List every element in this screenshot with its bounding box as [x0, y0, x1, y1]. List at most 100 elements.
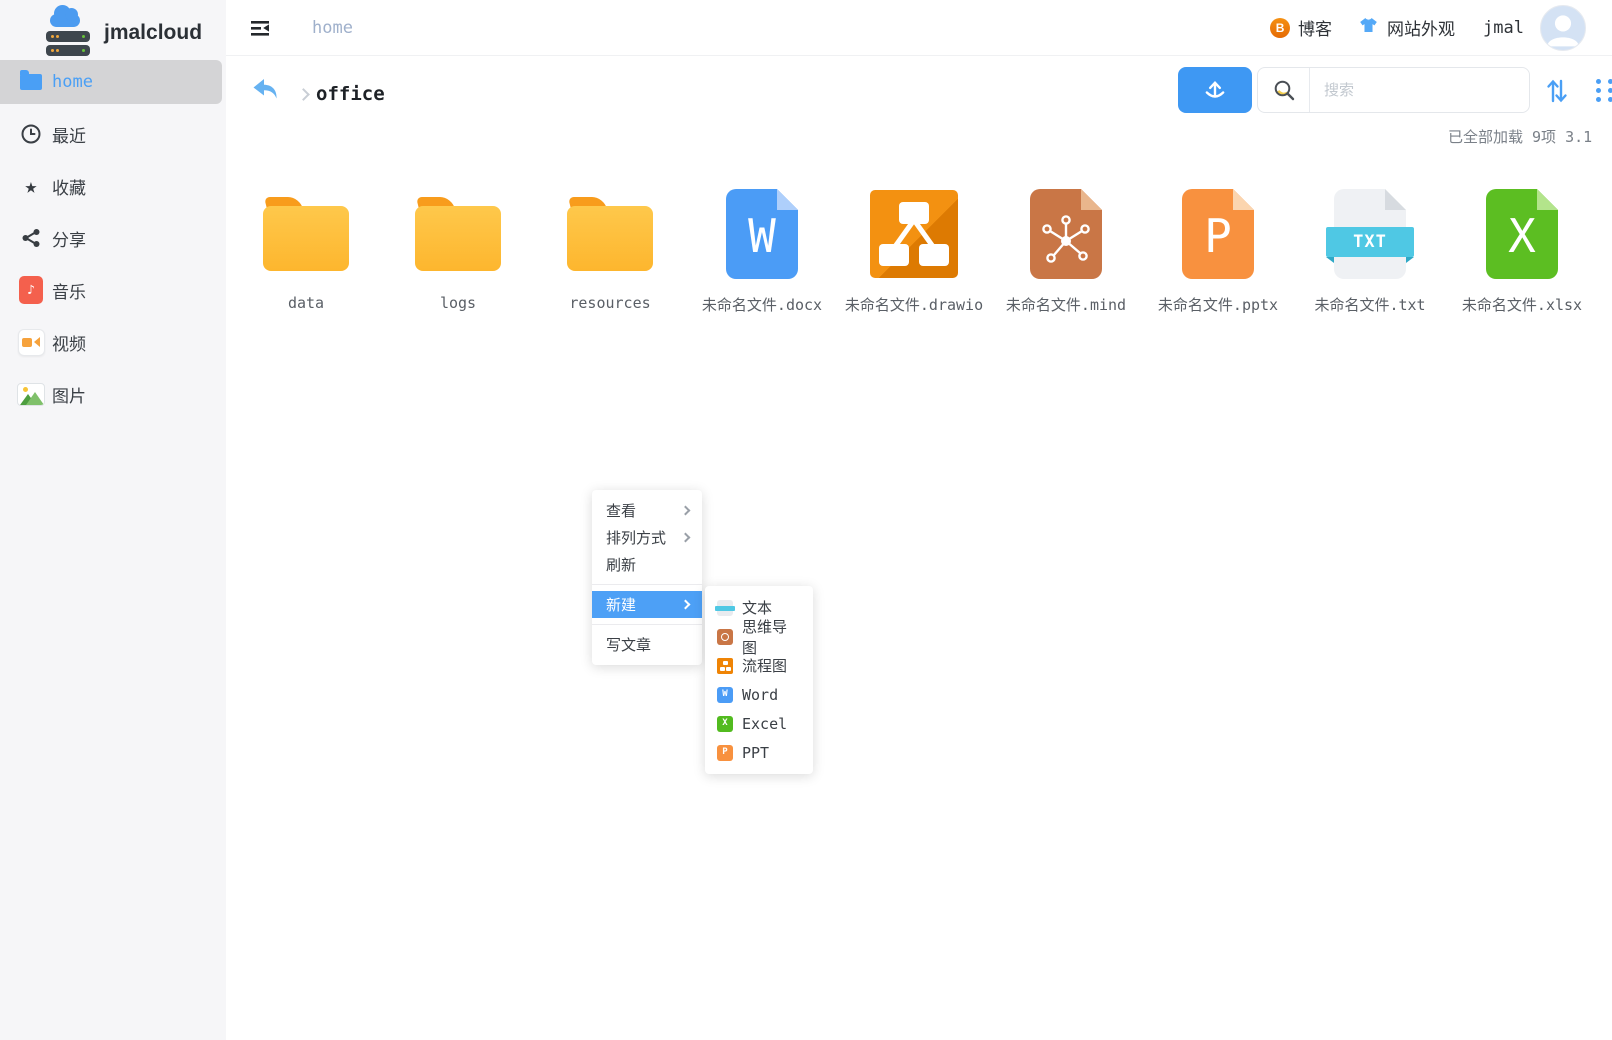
sidebar-item-video[interactable]: 视频 [0, 320, 226, 364]
file-item-excel[interactable]: X 未命名文件.xlsx [1446, 186, 1598, 315]
excel-file-icon: X [717, 716, 733, 732]
txt-file-icon [717, 600, 733, 616]
folder-icon [263, 197, 349, 271]
file-item-txt[interactable]: TXT 未命名文件.txt [1294, 186, 1446, 315]
breadcrumb[interactable]: home [312, 18, 353, 38]
context-menu-item-write-article[interactable]: 写文章 [592, 631, 702, 658]
word-file-icon: W [717, 687, 733, 703]
sidebar-item-favorites[interactable]: ★ 收藏 [0, 164, 226, 208]
context-menu: 查看 排列方式 刷新 新建 写文章 [592, 490, 702, 665]
sidebar-item-label: 音乐 [52, 278, 86, 303]
path-breadcrumb: office [299, 83, 385, 105]
chevron-right-icon [681, 600, 691, 610]
avatar[interactable] [1540, 5, 1586, 51]
sidebar: jmalcloud home 最近 ★ 收藏 分享 [0, 0, 226, 1040]
folder-icon [567, 197, 653, 271]
ppt-file-icon: P [717, 745, 733, 761]
folder-icon [16, 74, 46, 90]
file-name: logs [440, 294, 476, 312]
sidebar-item-label: 图片 [52, 382, 86, 407]
file-name: resources [569, 294, 650, 312]
sidebar-item-label: 分享 [52, 226, 86, 251]
file-name: 未命名文件.pptx [1158, 294, 1278, 315]
folder-icon [415, 197, 501, 271]
sort-icon[interactable] [1542, 76, 1572, 110]
context-menu-item-new[interactable]: 新建 [592, 591, 702, 618]
star-icon: ★ [16, 176, 46, 197]
app-title: jmalcloud [104, 21, 202, 45]
submenu-item-excel[interactable]: X Excel [705, 709, 813, 738]
file-item-folder[interactable]: logs [382, 186, 534, 315]
upload-button[interactable] [1178, 67, 1252, 113]
search-input[interactable] [1310, 68, 1529, 112]
load-status: 已全部加载 9项 3.1 [1448, 126, 1592, 147]
sidebar-item-label: 收藏 [52, 174, 86, 199]
blog-label: 博客 [1298, 15, 1332, 40]
file-item-folder[interactable]: resources [534, 186, 686, 315]
file-name: 未命名文件.docx [702, 294, 822, 315]
file-item-ppt[interactable]: P 未命名文件.pptx [1142, 186, 1294, 315]
topbar: home B 博客 网站外观 jmal [226, 0, 1612, 56]
back-button[interactable] [250, 76, 280, 108]
file-item-mind[interactable]: 未命名文件.mind [990, 186, 1142, 315]
sidebar-item-home[interactable]: home [0, 60, 222, 104]
file-name: 未命名文件.txt [1314, 294, 1425, 315]
sidebar-item-label: 最近 [52, 122, 86, 147]
context-menu-item-sort[interactable]: 排列方式 [592, 524, 702, 551]
file-grid: data logs resources W 未命名文件.docx [230, 186, 1598, 315]
file-manager-window: jmalcloud home 最近 ★ 收藏 分享 [0, 0, 1612, 1040]
picture-file-icon [16, 383, 46, 406]
video-file-icon [16, 329, 46, 356]
sidebar-item-label: 视频 [52, 330, 86, 355]
file-name: 未命名文件.mind [1006, 294, 1126, 315]
file-item-drawio[interactable]: 未命名文件.drawio [838, 186, 990, 315]
sidebar-item-pictures[interactable]: 图片 [0, 372, 226, 416]
sidebar-item-recent[interactable]: 最近 [0, 112, 226, 156]
submenu-item-mindmap[interactable]: 思维导图 [705, 622, 813, 651]
drawio-file-icon [717, 658, 733, 674]
file-name: data [288, 294, 324, 312]
app-logo[interactable]: jmalcloud [0, 0, 226, 58]
chevron-right-icon [681, 533, 691, 543]
share-icon [16, 227, 46, 249]
sidebar-item-share[interactable]: 分享 [0, 216, 226, 260]
drawio-file-icon [870, 190, 958, 278]
collapse-sidebar-icon[interactable] [248, 16, 272, 40]
search-icon[interactable] [1258, 68, 1310, 112]
username[interactable]: jmal [1483, 18, 1524, 38]
mind-file-icon [1030, 189, 1102, 279]
file-name: 未命名文件.xlsx [1462, 294, 1582, 315]
word-file-icon: W [726, 189, 798, 279]
mind-file-icon [717, 629, 733, 645]
txt-file-icon: TXT [1334, 189, 1406, 279]
ppt-file-icon: P [1182, 189, 1254, 279]
file-item-word[interactable]: W 未命名文件.docx [686, 186, 838, 315]
clock-icon [16, 123, 46, 145]
context-menu-item-view[interactable]: 查看 [592, 497, 702, 524]
current-folder-name[interactable]: office [316, 83, 385, 105]
music-file-icon: ♪ [16, 276, 46, 304]
excel-file-icon: X [1486, 189, 1558, 279]
topbar-actions: B 博客 网站外观 jmal [1270, 5, 1612, 51]
menu-divider [592, 584, 702, 585]
blog-icon: B [1270, 18, 1290, 38]
sidebar-item-music[interactable]: ♪ 音乐 [0, 268, 226, 312]
submenu-item-word[interactable]: W Word [705, 680, 813, 709]
chevron-right-icon [297, 88, 310, 101]
site-appearance-link[interactable]: 网站外观 [1358, 15, 1455, 40]
new-submenu: 文本 思维导图 流程图 W Word X Excel P PPT [705, 586, 813, 774]
file-name: 未命名文件.drawio [845, 294, 983, 315]
tshirt-icon [1358, 16, 1379, 39]
blog-link[interactable]: B 博客 [1270, 15, 1332, 40]
context-menu-item-refresh[interactable]: 刷新 [592, 551, 702, 578]
search-box [1257, 67, 1530, 113]
chevron-right-icon [681, 506, 691, 516]
sidebar-nav: home 最近 ★ 收藏 分享 ♪ 音乐 [0, 60, 226, 416]
cloud-server-logo-icon [46, 9, 92, 57]
menu-divider [592, 624, 702, 625]
file-item-folder[interactable]: data [230, 186, 382, 315]
sidebar-item-label: home [52, 72, 93, 92]
submenu-item-ppt[interactable]: P PPT [705, 738, 813, 767]
grid-view-icon[interactable] [1596, 79, 1612, 105]
site-appearance-label: 网站外观 [1387, 15, 1455, 40]
